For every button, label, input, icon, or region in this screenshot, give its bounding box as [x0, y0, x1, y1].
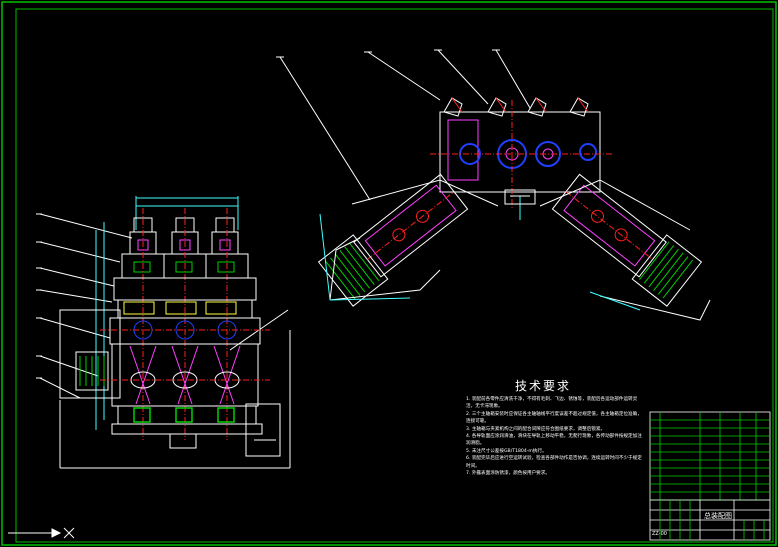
tech-note: 5. 未注尺寸公差按GB/T1804-m执行。	[466, 448, 547, 454]
base-foot	[111, 423, 263, 435]
top-leader-lines	[276, 49, 531, 201]
assembly-drawing	[1, 1, 777, 546]
tech-note: 4. 各导轨面应涂润滑油，滑块在导轨上移动平稳，无爬行现象，各传动部件按规定加注…	[466, 434, 642, 447]
tech-note: 2. 三个主轴箱安装时应保证各主轴轴线平行度误差不超过规定值，各主轴箱定位准确，…	[466, 411, 642, 425]
left-leader-lines	[36, 213, 289, 399]
head-centerlines	[430, 100, 612, 210]
base-foot-center	[169, 433, 197, 449]
tech-note: 6. 装配完毕后应进行空运转试验，检查各部件动作是否协调，连续运转时间不少于规定…	[466, 456, 642, 469]
view-direction-arrow	[8, 527, 75, 539]
left-arm	[317, 173, 469, 307]
bearing-row	[123, 301, 237, 315]
drawing-number-label: ZZ-00	[652, 531, 667, 537]
top-dimensions	[95, 196, 239, 430]
drawing-name-label: 总装配图	[704, 512, 732, 520]
head-left-pocket	[447, 119, 479, 181]
right-arm	[551, 173, 703, 307]
cad-drawing-canvas: 技术要求 1. 装配前各零件应清洗干净，不得有毛刺、飞边、锈蚀等，装配后各运动部…	[0, 0, 778, 547]
top-view-v-assembly	[276, 49, 711, 321]
tech-note: 3. 主轴箱与夹紧机构之间的配合间隙应符合图纸要求，调整后锁紧。	[466, 426, 606, 432]
top-jaws	[443, 97, 589, 117]
sheet-inner-border	[15, 8, 774, 543]
tech-requirements-notes: 1. 装配前各零件应清洗干净，不得有毛刺、飞边、锈蚀等，装配后各运动部件运转灵活…	[466, 396, 646, 477]
right-arm-outline	[539, 179, 711, 321]
side-motor-frame	[59, 309, 121, 399]
right-foot-block	[245, 403, 281, 457]
parts-list-rows	[650, 419, 770, 501]
tech-note: 1. 装配前各零件应清洗干净，不得有毛刺、飞边、锈蚀等，装配后各运动部件运转灵活…	[466, 397, 638, 410]
spindle-1	[121, 208, 165, 440]
top-jaw-marks	[451, 97, 589, 113]
parts-list-cols	[659, 412, 757, 500]
tech-note: 7. 外露表面涂防锈漆，颜色按用户要求。	[466, 471, 550, 477]
front-view-spindle-assembly	[36, 196, 291, 469]
spindle-3	[205, 208, 249, 440]
base-green-blocks	[133, 407, 235, 423]
spindle-2	[163, 208, 207, 440]
left-arm-outline	[329, 179, 499, 301]
tech-requirements-title: 技术要求	[514, 379, 571, 393]
